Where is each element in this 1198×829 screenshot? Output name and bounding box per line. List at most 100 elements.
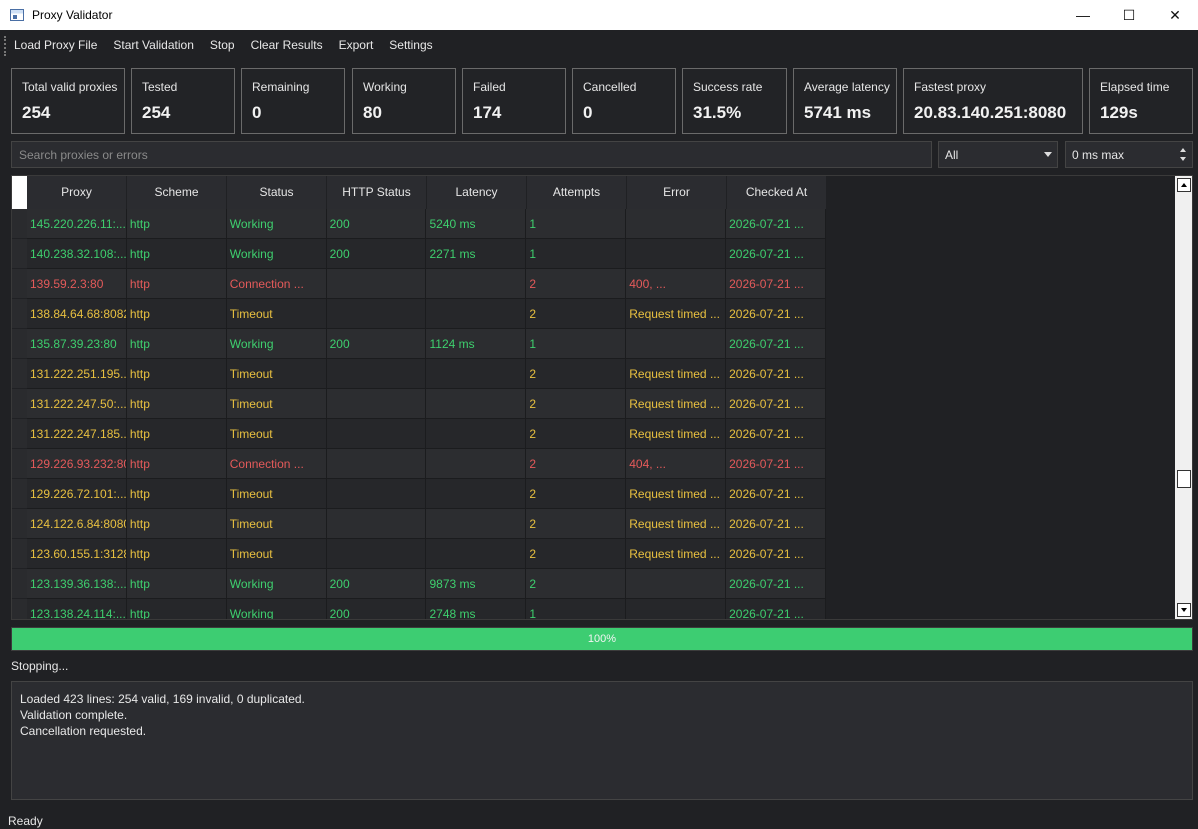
column-header-http-status[interactable]: HTTP Status — [327, 176, 427, 209]
cell-proxy[interactable]: 124.122.6.84:8080 — [26, 509, 127, 539]
row-header[interactable] — [12, 419, 27, 449]
row-header[interactable] — [12, 359, 27, 389]
maximize-button[interactable]: ☐ — [1106, 0, 1152, 30]
cell-error[interactable] — [626, 569, 727, 599]
minimize-button[interactable]: — — [1060, 0, 1106, 30]
cell-scheme[interactable]: http — [126, 269, 227, 299]
cell-checked-at[interactable]: 2026-07-21 ... — [726, 449, 826, 479]
cell-http-status[interactable] — [326, 479, 427, 509]
cell-status[interactable]: Timeout — [226, 479, 327, 509]
cell-attempts[interactable]: 2 — [526, 299, 627, 329]
cell-scheme[interactable]: http — [126, 599, 227, 619]
cell-proxy[interactable]: 138.84.64.68:8082 — [26, 299, 127, 329]
cell-scheme[interactable]: http — [126, 389, 227, 419]
cell-http-status[interactable] — [326, 509, 427, 539]
column-header-latency[interactable]: Latency — [427, 176, 527, 209]
table-row[interactable]: 123.60.155.1:3128 http Timeout 2 Request tim… — [12, 539, 826, 569]
cell-latency[interactable] — [426, 299, 527, 329]
stop-button[interactable]: Stop — [202, 31, 243, 60]
cell-latency[interactable] — [426, 419, 527, 449]
cell-attempts[interactable]: 2 — [526, 359, 627, 389]
start-validation-button[interactable]: Start Validation — [105, 31, 202, 60]
table-row[interactable]: 123.138.24.114:... http Working 200 2748 ms 1… — [12, 599, 826, 619]
cell-http-status[interactable] — [326, 389, 427, 419]
cell-proxy[interactable]: 140.238.32.108:... — [26, 239, 127, 269]
table-corner-button[interactable] — [12, 176, 27, 209]
row-header[interactable] — [12, 599, 27, 619]
cell-proxy[interactable]: 145.220.226.11:... — [26, 209, 127, 239]
column-header-proxy[interactable]: Proxy — [27, 176, 127, 209]
cell-checked-at[interactable]: 2026-07-21 ... — [726, 509, 826, 539]
cell-proxy[interactable]: 139.59.2.3:80 — [26, 269, 127, 299]
cell-scheme[interactable]: http — [126, 479, 227, 509]
cell-attempts[interactable]: 2 — [526, 269, 627, 299]
row-header[interactable] — [12, 209, 27, 239]
cell-http-status[interactable] — [326, 299, 427, 329]
export-button[interactable]: Export — [331, 31, 382, 60]
cell-error[interactable]: Request timed ... — [626, 509, 727, 539]
row-header[interactable] — [12, 569, 27, 599]
cell-latency[interactable] — [426, 539, 527, 569]
table-row[interactable]: 138.84.64.68:8082 http Timeout 2 Request tim… — [12, 299, 826, 329]
cell-status[interactable]: Timeout — [226, 539, 327, 569]
load-proxy-file-button[interactable]: Load Proxy File — [6, 31, 105, 60]
cell-latency[interactable]: 5240 ms — [426, 209, 527, 239]
cell-scheme[interactable]: http — [126, 539, 227, 569]
row-header[interactable] — [12, 239, 27, 269]
cell-checked-at[interactable]: 2026-07-21 ... — [726, 269, 826, 299]
cell-checked-at[interactable]: 2026-07-21 ... — [726, 299, 826, 329]
cell-http-status[interactable] — [326, 539, 427, 569]
cell-latency[interactable] — [426, 359, 527, 389]
cell-http-status[interactable] — [326, 359, 427, 389]
cell-proxy[interactable]: 123.60.155.1:3128 — [26, 539, 127, 569]
cell-attempts[interactable]: 2 — [526, 419, 627, 449]
cell-status[interactable]: Working — [226, 599, 327, 619]
cell-checked-at[interactable]: 2026-07-21 ... — [726, 389, 826, 419]
cell-status[interactable]: Timeout — [226, 359, 327, 389]
cell-scheme[interactable]: http — [126, 449, 227, 479]
cell-status[interactable]: Timeout — [226, 389, 327, 419]
cell-checked-at[interactable]: 2026-07-21 ... — [726, 209, 826, 239]
cell-latency[interactable] — [426, 269, 527, 299]
cell-latency[interactable]: 1124 ms — [426, 329, 527, 359]
cell-attempts[interactable]: 2 — [526, 479, 627, 509]
column-header-attempts[interactable]: Attempts — [527, 176, 627, 209]
latency-max-spinbox[interactable]: 0 ms max — [1065, 141, 1193, 168]
cell-error[interactable]: 400, ... — [626, 269, 727, 299]
scroll-up-icon[interactable] — [1177, 178, 1191, 192]
cell-error[interactable] — [626, 329, 727, 359]
row-header[interactable] — [12, 449, 27, 479]
row-header[interactable] — [12, 389, 27, 419]
column-header-error[interactable]: Error — [627, 176, 727, 209]
cell-latency[interactable] — [426, 449, 527, 479]
cell-scheme[interactable]: http — [126, 569, 227, 599]
cell-proxy[interactable]: 131.222.247.50:... — [26, 389, 127, 419]
cell-latency[interactable]: 9873 ms — [426, 569, 527, 599]
cell-proxy[interactable]: 129.226.93.232:80 — [26, 449, 127, 479]
cell-attempts[interactable]: 1 — [526, 239, 627, 269]
status-filter-dropdown[interactable]: All — [938, 141, 1058, 168]
cell-proxy[interactable]: 129.226.72.101:... — [26, 479, 127, 509]
cell-error[interactable] — [626, 239, 727, 269]
search-field[interactable] — [11, 141, 932, 168]
cell-proxy[interactable]: 135.87.39.23:80 — [26, 329, 127, 359]
cell-proxy[interactable]: 131.222.247.185... — [26, 419, 127, 449]
cell-proxy[interactable]: 131.222.251.195... — [26, 359, 127, 389]
settings-button[interactable]: Settings — [381, 31, 440, 60]
cell-proxy[interactable]: 123.139.36.138:... — [26, 569, 127, 599]
row-header[interactable] — [12, 509, 27, 539]
cell-checked-at[interactable]: 2026-07-21 ... — [726, 479, 826, 509]
table-row[interactable]: 129.226.72.101:... http Timeout 2 Request ti… — [12, 479, 826, 509]
row-header[interactable] — [12, 329, 27, 359]
cell-status[interactable]: Connection ... — [226, 449, 327, 479]
table-row[interactable]: 124.122.6.84:8080 http Timeout 2 Request tim… — [12, 509, 826, 539]
cell-latency[interactable]: 2748 ms — [426, 599, 527, 619]
row-header[interactable] — [12, 269, 27, 299]
cell-latency[interactable] — [426, 389, 527, 419]
cell-http-status[interactable] — [326, 269, 427, 299]
table-row[interactable]: 129.226.93.232:80 http Connection ... 2 404,… — [12, 449, 826, 479]
cell-checked-at[interactable]: 2026-07-21 ... — [726, 569, 826, 599]
cell-attempts[interactable]: 2 — [526, 569, 627, 599]
cell-checked-at[interactable]: 2026-07-21 ... — [726, 599, 826, 619]
cell-checked-at[interactable]: 2026-07-21 ... — [726, 359, 826, 389]
